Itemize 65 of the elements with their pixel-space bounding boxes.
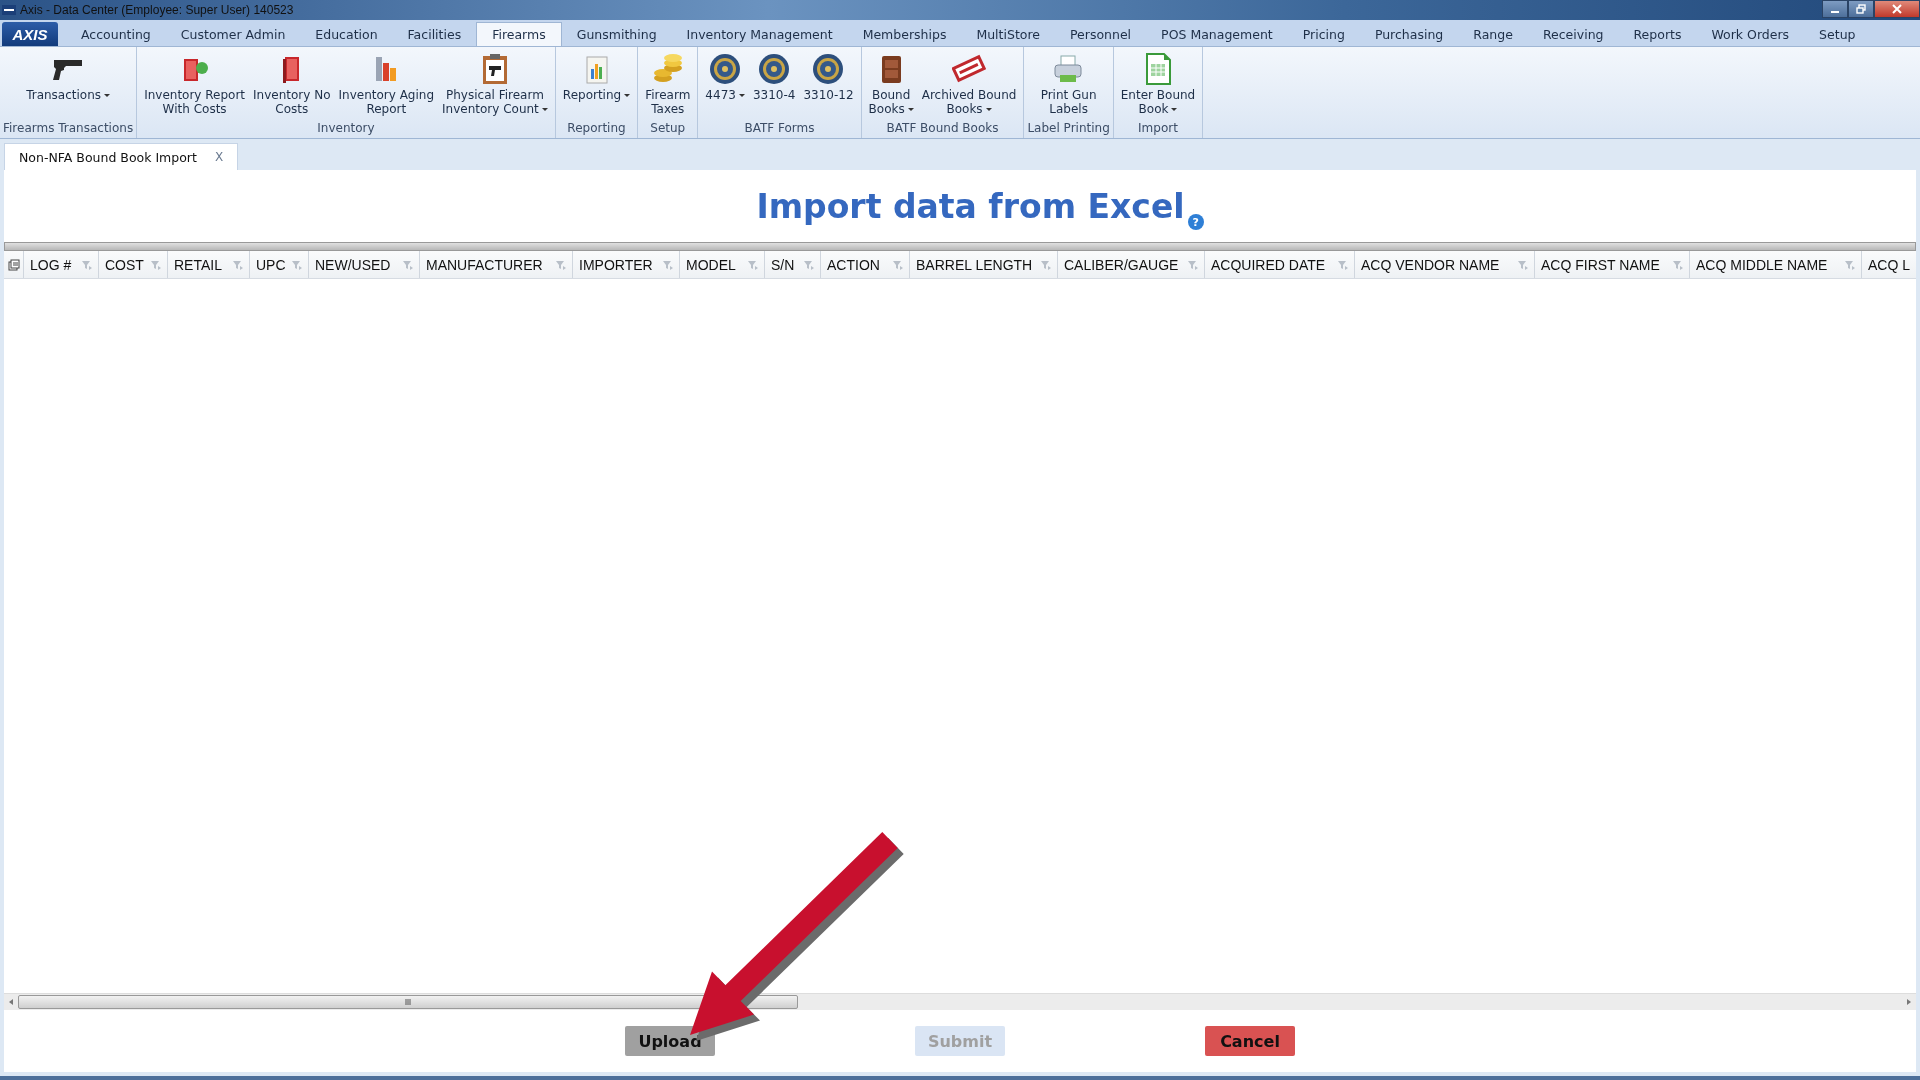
column-header[interactable]: LOG # [24,251,99,278]
ribbon-button[interactable]: Enter Bound Book [1116,47,1200,121]
menu-tab[interactable]: Reports [1618,22,1697,46]
ribbon-button[interactable]: Inventory Aging Report [334,47,439,121]
column-header[interactable]: ACQUIRED DATE [1205,251,1355,278]
menu-tab[interactable]: Setup [1804,22,1871,46]
window-title: Axis - Data Center (Employee: Super User) 140523 [20,3,294,17]
group-label: Firearms Transactions [3,121,134,137]
group-label: Label Printing [1027,121,1110,137]
menu-tab[interactable]: POS Management [1146,22,1288,46]
group-label: Inventory [317,121,375,137]
tab-title: Non-NFA Bound Book Import [19,149,197,165]
help-icon[interactable]: ? [1187,214,1204,230]
menu-tab[interactable]: Work Orders [1696,22,1805,46]
column-header[interactable]: ACQ FIRST NAME [1535,251,1690,278]
column-header[interactable]: COST [99,251,168,278]
app-menu-button[interactable]: AXIS [2,22,58,46]
group-label: BATF Bound Books [886,121,999,137]
menu-tab[interactable]: Facilities [392,22,477,46]
column-header[interactable]: IMPORTER [573,251,680,278]
ribbon-button[interactable]: Firearm Taxes [641,47,695,121]
column-header[interactable]: UPC [250,251,309,278]
ribbon-button[interactable]: Inventory Report With Costs [140,47,250,121]
close-tab-button[interactable]: X [214,150,224,164]
document-tab[interactable]: Non-NFA Bound Book Import X [4,143,239,170]
ribbon-button[interactable]: Physical Firearm Inventory Count [438,47,552,121]
group-label: Import [1138,121,1178,137]
column-header[interactable]: RETAIL [168,251,250,278]
ribbon-button[interactable]: 4473 [701,47,749,121]
column-header[interactable]: ACQ MIDDLE NAME [1690,251,1862,278]
ribbon-button[interactable]: 3310-4 [748,47,800,121]
ribbon-button[interactable]: 3310-12 [799,47,858,121]
column-header[interactable]: ACQ VENDOR NAME [1355,251,1535,278]
cancel-button[interactable]: Cancel [1205,1026,1295,1056]
menu-tab[interactable]: Firearms [476,22,562,46]
menu-tab[interactable]: MultiStore [961,22,1055,46]
ribbon-button[interactable]: Transactions [22,47,115,121]
menu-tab[interactable]: Receiving [1527,22,1619,46]
column-header[interactable]: BARREL LENGTH [910,251,1058,278]
menu-tab[interactable]: Customer Admin [165,22,301,46]
column-header[interactable]: S/N [765,251,821,278]
menu-tab[interactable]: Pricing [1287,22,1360,46]
group-label: Setup [650,121,686,137]
ribbon-button[interactable]: Inventory No Costs [249,47,335,121]
menu-tab[interactable]: Range [1458,22,1528,46]
ribbon-button[interactable]: Bound Books [864,47,918,121]
menu-tab[interactable]: Gunsmithing [561,22,672,46]
column-header[interactable]: ACQ L [1862,251,1916,278]
column-header[interactable]: NEW/USED [309,251,420,278]
menu-tab[interactable]: Education [300,22,393,46]
column-header[interactable]: ACTION [821,251,910,278]
menu-tab[interactable]: Purchasing [1359,22,1459,46]
column-header[interactable]: MANUFACTURER [420,251,573,278]
group-label: BATF Forms [744,121,815,137]
column-header[interactable]: CALIBER/GAUGE [1058,251,1205,278]
page-title: Import data from Excel [756,186,1185,226]
column-header[interactable]: MODEL [680,251,765,278]
menu-tab[interactable]: Inventory Management [671,22,848,46]
group-label: Reporting [567,121,626,137]
menu-tab[interactable]: Memberships [847,22,962,46]
ribbon-button[interactable]: Print Gun Labels [1036,47,1101,121]
ribbon-button[interactable]: Archived Bound Books [917,47,1021,121]
ribbon-button[interactable]: Reporting [558,47,635,121]
menu-tab[interactable]: Personnel [1055,22,1147,46]
menu-tab[interactable]: Accounting [66,22,166,46]
